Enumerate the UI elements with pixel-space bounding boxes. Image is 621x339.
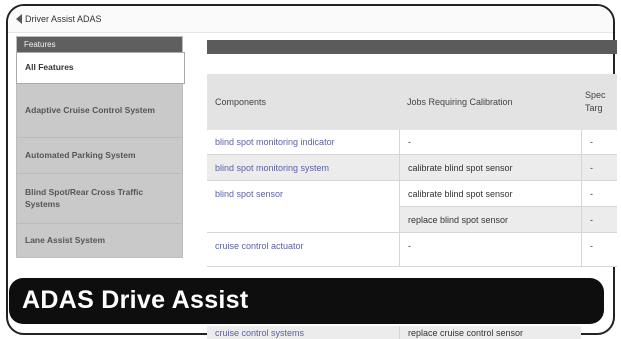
sidebar-header: Features xyxy=(17,37,182,52)
sidebar-item-lane-assist[interactable]: Lane Assist System xyxy=(17,224,182,257)
table-cell-spec: - xyxy=(581,130,617,155)
table-row-component[interactable]: cruise control systems xyxy=(207,326,399,339)
table-cell-job: - xyxy=(399,130,581,155)
column-header-spec-label: Spec xyxy=(585,89,606,100)
column-header-spec: Spec Targ xyxy=(581,74,617,130)
table-row-component[interactable]: blind spot monitoring indicator xyxy=(207,130,399,155)
content-header-bar xyxy=(207,40,617,54)
table-row-component[interactable]: blind spot sensor xyxy=(207,181,399,233)
table-cell-spec: - xyxy=(581,207,617,233)
sidebar-item-automated-parking[interactable]: Automated Parking System xyxy=(17,138,182,174)
column-header-components: Components xyxy=(207,74,399,130)
sidebar-item-adaptive-cruise-control[interactable]: Adaptive Cruise Control System xyxy=(17,84,182,138)
back-label: Driver Assist ADAS xyxy=(25,14,102,24)
table-cell-job: replace blind spot sensor xyxy=(399,207,581,233)
features-sidebar: Features All Features Adaptive Cruise Co… xyxy=(16,36,185,258)
top-bar: Driver Assist ADAS xyxy=(8,6,613,33)
table-cell-job: - xyxy=(399,233,581,267)
table-cell-job: calibrate blind spot sensor xyxy=(399,181,581,207)
banner-title: ADAS Drive Assist xyxy=(22,286,249,314)
table-cell-job: calibrate blind spot sensor xyxy=(399,155,581,181)
sidebar-item-blind-spot[interactable]: Blind Spot/Rear Cross Traffic Systems xyxy=(17,174,182,224)
sidebar-item-all-features[interactable]: All Features xyxy=(16,52,185,84)
back-button[interactable]: Driver Assist ADAS xyxy=(16,14,102,24)
column-header-jobs: Jobs Requiring Calibration xyxy=(399,74,581,130)
table-cell-spec: - xyxy=(581,233,617,267)
table-row-component[interactable]: blind spot monitoring system xyxy=(207,155,399,181)
table-cell-spec: - xyxy=(581,155,617,181)
table-row-component[interactable]: cruise control actuator xyxy=(207,233,399,267)
table-cell-job: replace cruise control sensor xyxy=(399,326,581,339)
column-header-target-label: Targ xyxy=(585,103,603,113)
table-cell-spec: - xyxy=(581,181,617,207)
back-arrow-icon xyxy=(16,14,22,24)
